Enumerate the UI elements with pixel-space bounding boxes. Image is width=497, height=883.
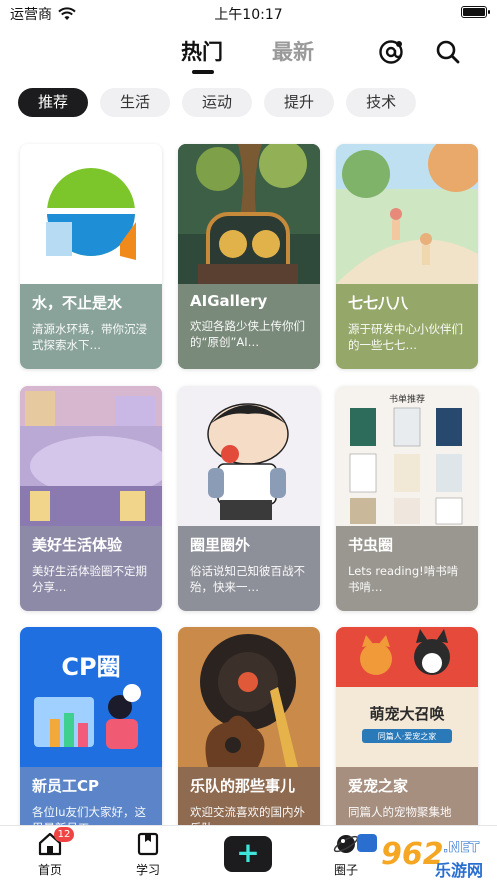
card-title: 圈里圈外 [190,536,251,554]
circle-card-water[interactable]: 水，不止是水 清源水环境，带你沉浸式探索水下… [20,144,162,369]
tab-latest[interactable]: 最新 [272,36,314,66]
pet-poster-subtitle: 同篇人·爱宠之家 [378,731,437,741]
card-overlay: 美好生活体验 美好生活体验圈不定期分享… [20,526,162,611]
circle-card-pets[interactable]: 萌宠大召唤 同篇人·爱宠之家 爱宠之家 同篇人的宠物聚集地 [336,627,478,852]
card-title: 爱宠之家 [348,777,409,795]
card-desc: 清源水环境，带你沉浸式探索水下… [32,322,147,352]
at-mention-icon[interactable] [377,38,405,66]
circle-card-aigallery[interactable]: AIGallery 欢迎各路少侠上传你们的“原创”AI… [178,144,320,369]
nav-home[interactable]: 12 首页 [20,827,80,878]
card-desc: 源于研发中心小伙伴们的一些七七… [348,322,463,352]
home-icon: 12 [37,827,74,857]
card-title: 书虫圈 [348,536,394,554]
chip-sports[interactable]: 运动 [182,88,253,117]
chip-recommend[interactable]: 推荐 [18,88,89,117]
card-title: 乐队的那些事儿 [190,777,296,795]
cp-heading: CP圈 [61,653,120,681]
svg-text:乐游网: 乐游网 [435,861,483,880]
battery-icon [461,6,490,18]
notification-badge: 12 [54,827,74,842]
card-overlay: 书虫圈 Lets reading!啃书啃书啃… [336,526,478,611]
search-icon[interactable] [434,38,462,66]
card-title: AIGallery [190,292,268,310]
tab-indicator [192,70,214,74]
chip-improve[interactable]: 提升 [264,88,335,117]
card-desc: 俗话说知己知彼百战不殆，快来一… [190,564,305,594]
circle-card-qiqibaba[interactable]: 七七八八 源于研发中心小伙伴们的一些七七… [336,144,478,369]
site-watermark-logo: 962 .NET 乐游网 [357,834,483,880]
card-desc: 欢迎各路少侠上传你们的“原创”AI… [190,319,305,349]
card-overlay: 水，不止是水 清源水环境，带你沉浸式探索水下… [20,284,162,369]
svg-text:.NET: .NET [443,840,480,856]
card-overlay: 七七八八 源于研发中心小伙伴们的一些七七… [336,284,478,369]
book-icon [135,831,161,857]
card-title: 新员工CP [32,777,100,795]
card-desc: 美好生活体验圈不定期分享… [32,564,147,594]
card-overlay: 圈里圈外 俗话说知己知彼百战不殆，快来一… [178,526,320,611]
pet-poster-heading: 萌宠大召唤 [369,705,444,723]
nav-home-label: 首页 [37,863,62,877]
card-title: 水，不止是水 [32,294,123,312]
chip-tech[interactable]: 技术 [346,88,417,117]
card-overlay: AIGallery 欢迎各路少侠上传你们的“原创”AI… [178,284,320,369]
category-chips: 推荐 生活 运动 提升 技术 [18,88,417,117]
chip-life[interactable]: 生活 [100,88,171,117]
circle-card-newbie-cp[interactable]: CP圈 新员工CP 各位lu友们大家好，这里是新员工… [20,627,162,852]
nav-study-label: 学习 [135,863,160,877]
circle-card-bookworm[interactable]: 书单推荐 书虫圈 Lets reading!啃书啃书啃… [336,386,478,611]
card-title: 美好生活体验 [32,536,123,554]
nav-study[interactable]: 学习 [118,831,178,878]
tab-hot[interactable]: 热门 [181,36,223,66]
feed-header: 热门 最新 [0,26,497,82]
card-desc: Lets reading!啃书啃书啃… [348,564,459,594]
status-bar: 运营商 上午10:17 [0,0,497,26]
clock: 上午10:17 [214,7,283,23]
circle-card-band[interactable]: 乐队的那些事儿 欢迎交流喜欢的国内外乐队 [178,627,320,852]
book-list-heading: 书单推荐 [389,393,425,405]
card-title: 七七八八 [348,294,409,312]
add-post-button[interactable]: + [224,836,272,872]
circle-card-goodlife[interactable]: 美好生活体验 美好生活体验圈不定期分享… [20,386,162,611]
circle-card-inout[interactable]: 圈里圈外 俗话说知己知彼百战不殆，快来一… [178,386,320,611]
